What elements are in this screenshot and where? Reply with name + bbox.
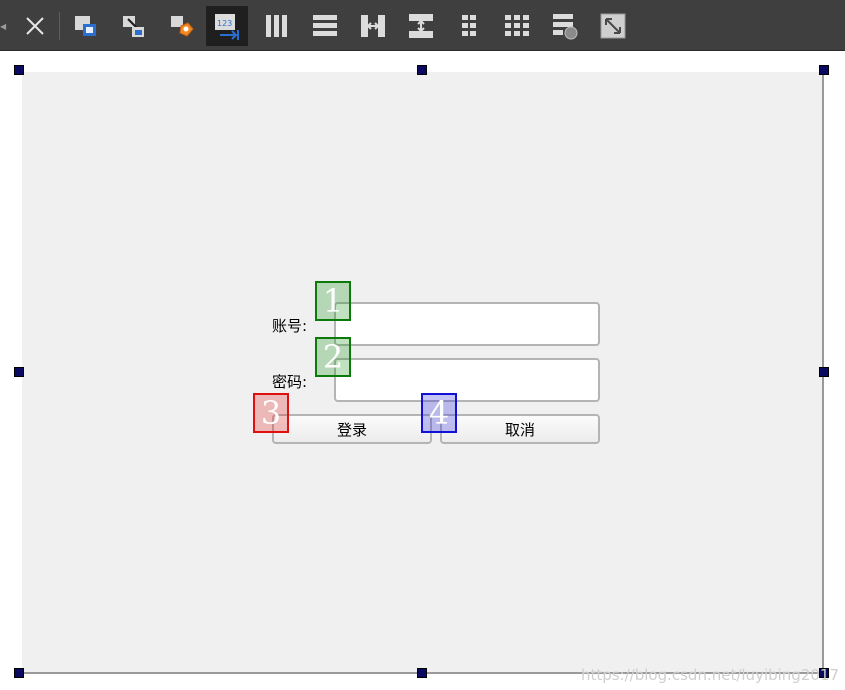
tab-order-marker-4[interactable]: 4 <box>421 393 457 433</box>
close-button[interactable] <box>14 6 56 46</box>
resize-handle-left[interactable] <box>14 367 24 377</box>
splitter-vertical-icon <box>409 14 433 38</box>
edit-buddies-icon <box>171 16 194 37</box>
break-layout-button[interactable] <box>544 6 586 46</box>
layout-vertical-button[interactable] <box>304 6 346 46</box>
edit-tab-order-button[interactable]: 123 <box>206 6 248 46</box>
layout-vertical-icon <box>313 15 337 36</box>
splitter-horizontal-icon <box>361 15 385 37</box>
toolbar-grip[interactable]: ◀ <box>0 22 6 31</box>
password-input[interactable] <box>334 358 600 402</box>
resize-handle-bottom-left[interactable] <box>14 668 24 678</box>
password-label: 密码: <box>272 373 308 391</box>
account-label: 账号: <box>272 317 308 335</box>
resize-handle-top-left[interactable] <box>14 65 24 75</box>
layout-form-icon <box>462 15 476 36</box>
resize-handle-top-right[interactable] <box>819 65 829 75</box>
edit-signals-slots-button[interactable] <box>112 6 154 46</box>
svg-text:123: 123 <box>217 19 232 28</box>
resize-handle-top[interactable] <box>417 65 427 75</box>
edit-widgets-icon <box>75 16 96 36</box>
edit-widgets-button[interactable] <box>64 6 106 46</box>
tab-order-marker-2[interactable]: 2 <box>315 337 351 377</box>
login-button[interactable]: 登录 <box>272 414 432 444</box>
resize-handle-right[interactable] <box>819 367 829 377</box>
resize-handle-bottom[interactable] <box>417 668 427 678</box>
layout-grid-button[interactable] <box>496 6 538 46</box>
tab-order-marker-1[interactable]: 1 <box>315 281 351 321</box>
layout-horizontal-button[interactable] <box>256 6 298 46</box>
layout-form-button[interactable] <box>448 6 490 46</box>
edit-buddies-button[interactable] <box>160 6 202 46</box>
edit-tab-order-icon: 123 <box>215 14 239 40</box>
account-input[interactable] <box>334 302 600 346</box>
close-icon <box>26 17 44 35</box>
layout-horizontal-icon <box>266 15 287 37</box>
break-layout-icon <box>553 14 578 40</box>
adjust-size-icon <box>600 13 626 39</box>
cancel-button[interactable]: 取消 <box>440 414 600 444</box>
watermark: https://blog.csdn.net/luyibing2017 <box>580 666 839 684</box>
layout-v-splitter-button[interactable] <box>400 6 442 46</box>
layout-h-splitter-button[interactable] <box>352 6 394 46</box>
edit-signals-slots-icon <box>123 16 144 37</box>
toolbar-separator <box>59 12 60 40</box>
adjust-size-button[interactable] <box>592 6 634 46</box>
layout-grid-icon <box>505 15 529 36</box>
tab-order-marker-3[interactable]: 3 <box>253 393 289 433</box>
designer-toolbar: ◀ 123 <box>0 0 845 51</box>
